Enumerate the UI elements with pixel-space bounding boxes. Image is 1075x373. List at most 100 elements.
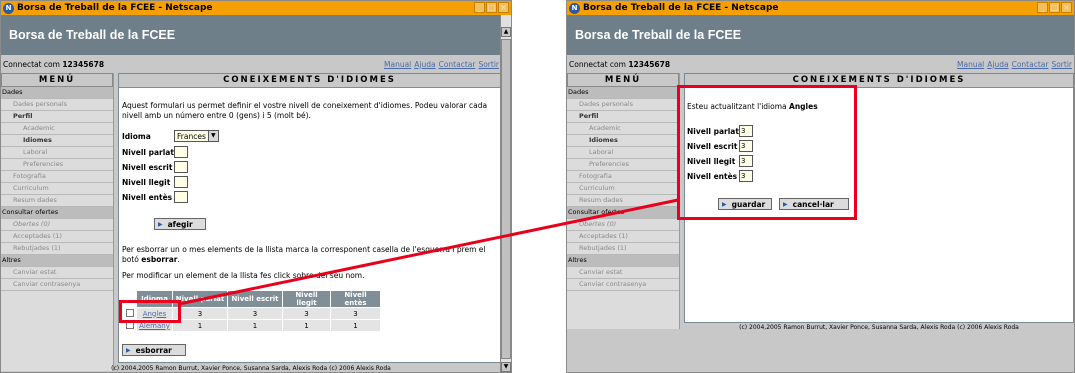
close-icon[interactable]: × [1061, 2, 1072, 13]
arrow-right-icon: ▶ [126, 346, 131, 354]
idioma-select-value: Frances [177, 131, 206, 141]
link-manual[interactable]: Manual [384, 60, 411, 69]
link-ajuda[interactable]: Ajuda [987, 60, 1008, 69]
menu-item-academic[interactable]: Academic [1, 123, 113, 135]
link-sortir[interactable]: Sortir [478, 60, 499, 69]
menu-section-consultar-ofertes: Consultar ofertes [567, 207, 679, 219]
afegir-label: afegir [167, 219, 193, 229]
menu-item-canviar-contrasenya[interactable]: Canviar contrasenya [567, 279, 679, 291]
idioma-select[interactable]: Frances ▼ [174, 130, 219, 142]
delete-text-bold: esborrar [141, 255, 178, 264]
intro-text: Aquest formulari us permet definir el vo… [122, 101, 488, 120]
nivell-llegit-input[interactable] [174, 176, 188, 188]
menu-item-academic[interactable]: Academic [567, 123, 679, 135]
menu-item-canviar-estat[interactable]: Canviar estat [567, 267, 679, 279]
menu-item-resum-dades[interactable]: Resum dades [567, 195, 679, 207]
user-bar: Connectat com 12345678 Manual Ajuda Contac… [567, 58, 1074, 70]
minimize-icon[interactable]: _ [474, 2, 485, 13]
menu-item-canviar-estat[interactable]: Canviar estat [1, 267, 113, 279]
nivell-entes-input[interactable] [174, 191, 188, 203]
menu-item-resum-dades[interactable]: Resum dades [1, 195, 113, 207]
user-id: 12345678 [62, 59, 105, 69]
menu-item-preferencies[interactable]: Preferencies [1, 159, 113, 171]
user-id: 12345678 [628, 59, 671, 69]
idioma-row: Idioma Frances ▼ [122, 130, 219, 142]
menu-item-dades-personals[interactable]: Dades personals [1, 99, 113, 111]
maximize-icon[interactable]: □ [486, 2, 497, 13]
delete-text-2: botó [122, 255, 139, 264]
menu-title: MENÚ [567, 73, 679, 87]
nivell-entes-label: Nivell entès [122, 192, 173, 202]
sidebar-menu: MENÚ Dades Dades personals Perfil Academ… [1, 73, 114, 371]
menu-item-preferencies[interactable]: Preferencies [567, 159, 679, 171]
menu-section-altres: Altres [1, 255, 113, 267]
window-title: Borsa de Treball de la FCEE - Netscape [583, 3, 779, 13]
chevron-down-icon: ▼ [207, 131, 218, 141]
nivell-llegit-label: Nivell llegit [122, 177, 171, 187]
cell-entes: 3 [330, 307, 381, 320]
menu-item-canviar-contrasenya[interactable]: Canviar contrasenya [1, 279, 113, 291]
close-icon[interactable]: × [498, 2, 509, 13]
menu-item-acceptades[interactable]: Acceptades (1) [1, 231, 113, 243]
scroll-thumb[interactable] [501, 39, 511, 359]
menu-item-perfil[interactable]: Perfil [1, 111, 113, 123]
sidebar-menu: MENÚ Dades Dades personals Perfil Academ… [567, 73, 680, 329]
scroll-down-icon[interactable]: ▼ [501, 362, 511, 372]
menu-item-dades-personals[interactable]: Dades personals [567, 99, 679, 111]
menu-item-acceptades[interactable]: Acceptades (1) [567, 231, 679, 243]
afegir-button[interactable]: ▶ afegir [154, 218, 206, 230]
nivell-escrit-row: Nivell escrit [122, 161, 188, 173]
cell-escrit: 3 [227, 307, 283, 320]
link-ajuda[interactable]: Ajuda [414, 60, 435, 69]
menu-item-fotografia[interactable]: Fotografia [1, 171, 113, 183]
arrow-right-icon: ▶ [158, 220, 163, 228]
menu-item-rebutjades[interactable]: Rebutjades (1) [1, 243, 113, 255]
menu-item-rebutjades[interactable]: Rebutjades (1) [567, 243, 679, 255]
link-contactar[interactable]: Contactar [1012, 60, 1049, 69]
app-header: Borsa de Treball de la FCEE [567, 15, 1074, 55]
menu-item-curriculum[interactable]: Curriculum [567, 183, 679, 195]
highlight-box-language-link [119, 300, 181, 323]
nivell-parlat-label: Nivell parlat [122, 147, 174, 157]
nivell-parlat-row: Nivell parlat [122, 146, 188, 158]
title-bar: N Borsa de Treball de la FCEE - Netscape… [1, 1, 511, 15]
cell-llegit: 3 [282, 307, 331, 320]
vertical-scrollbar[interactable]: ▲ ▼ [500, 15, 511, 372]
scroll-up-icon[interactable]: ▲ [501, 27, 511, 37]
delete-text-1: Per esborrar un o mes elements de la lli… [122, 245, 486, 254]
link-sortir[interactable]: Sortir [1051, 60, 1072, 69]
menu-item-laboral[interactable]: Laboral [1, 147, 113, 159]
menu-section-consultar-ofertes: Consultar ofertes [1, 207, 113, 219]
netscape-icon: N [3, 2, 14, 14]
minimize-icon[interactable]: _ [1037, 2, 1048, 13]
app-title: Borsa de Treball de la FCEE [575, 28, 742, 42]
link-contactar[interactable]: Contactar [439, 60, 476, 69]
table-header-entes: Nivell entès [330, 290, 381, 308]
menu-item-laboral[interactable]: Laboral [567, 147, 679, 159]
browser-window-left: N Borsa de Treball de la FCEE - Netscape… [0, 0, 512, 373]
menu-item-curriculum[interactable]: Curriculum [1, 183, 113, 195]
menu-item-idiomes[interactable]: Idiomes [567, 135, 679, 147]
nivell-entes-row: Nivell entès [122, 191, 188, 203]
connected-label: Connectat com [569, 59, 626, 69]
modify-instructions: Per modificar un element de la llista fe… [122, 271, 365, 280]
nivell-parlat-input[interactable] [174, 146, 188, 158]
menu-section-altres: Altres [567, 255, 679, 267]
menu-item-perfil[interactable]: Perfil [567, 111, 679, 123]
highlight-box-edit-form [677, 85, 857, 220]
menu-item-fotografia[interactable]: Fotografia [567, 171, 679, 183]
maximize-icon[interactable]: □ [1049, 2, 1060, 13]
menu-item-obertes[interactable]: Obertes (0) [1, 219, 113, 231]
menu-item-idiomes[interactable]: Idiomes [1, 135, 113, 147]
menu-item-obertes[interactable]: Obertes (0) [567, 219, 679, 231]
window-title: Borsa de Treball de la FCEE - Netscape [17, 3, 213, 13]
footer-credits: (c) 2004,2005 Ramon Burrut, Xavier Ponce… [111, 365, 391, 372]
cell-llegit: 1 [282, 319, 331, 332]
esborrar-button[interactable]: ▶ esborrar [122, 344, 186, 356]
link-manual[interactable]: Manual [957, 60, 984, 69]
nivell-escrit-input[interactable] [174, 161, 188, 173]
menu-section-dades: Dades [1, 87, 113, 99]
section-title: CONEIXEMENTS D'IDIOMES [119, 74, 500, 88]
table-header-llegit: Nivell llegit [282, 290, 331, 308]
table-header-escrit: Nivell escrit [227, 290, 283, 308]
